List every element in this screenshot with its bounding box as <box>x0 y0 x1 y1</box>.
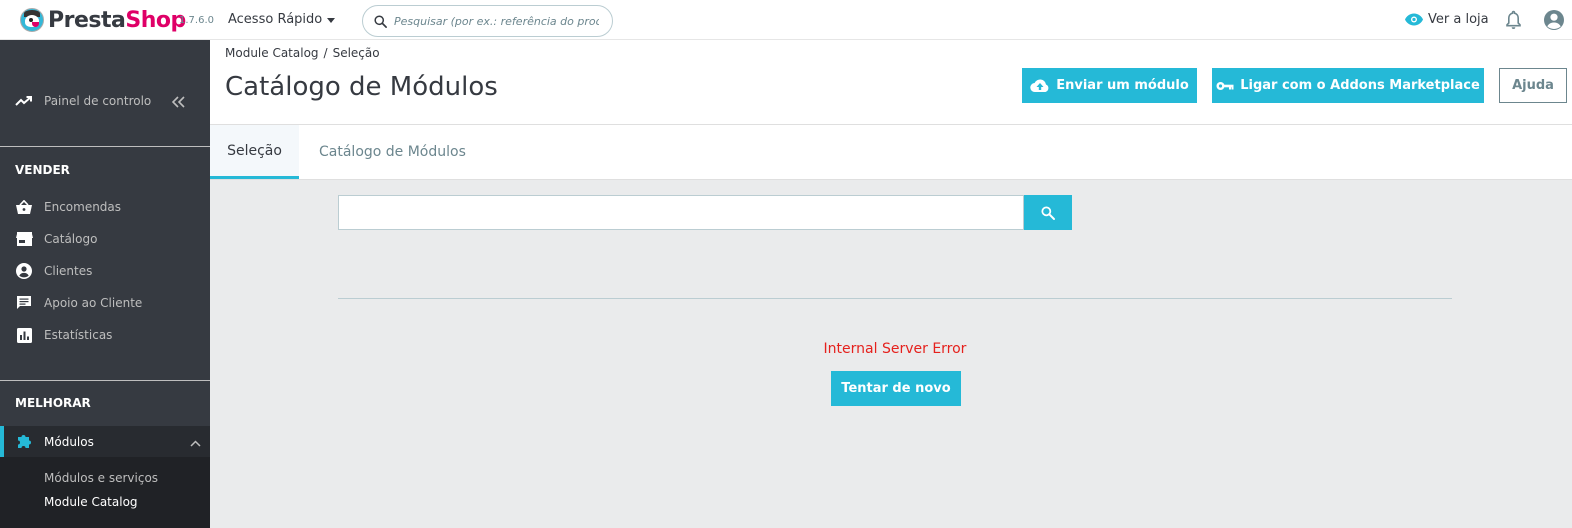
sidebar-item-label: Apoio ao Cliente <box>44 296 143 310</box>
retry-button[interactable]: Tentar de novo <box>831 371 961 406</box>
key-icon <box>1216 81 1234 90</box>
breadcrumb: Module Catalog / Seleção <box>225 46 380 60</box>
section-title-improve: MELHORAR <box>15 396 91 410</box>
section-title-sell: VENDER <box>15 163 70 177</box>
view-shop-label: Ver a loja <box>1428 12 1489 27</box>
logo-text: PrestaShop <box>48 7 186 33</box>
sidebar-item-label: Catálogo <box>44 232 98 246</box>
notifications-bell-icon[interactable] <box>1505 10 1522 34</box>
breadcrumb-item-module-catalog[interactable]: Module Catalog <box>225 46 319 60</box>
version-label: 1.7.6.0 <box>179 15 214 26</box>
sidebar-item-dashboard[interactable]: Painel de controlo <box>0 85 210 117</box>
quick-access-dropdown[interactable]: Acesso Rápido <box>228 12 336 27</box>
sidebar-item-label: Módulos <box>44 434 94 449</box>
chat-bubble-icon <box>15 294 33 312</box>
view-shop-link[interactable]: Ver a loja <box>1405 12 1489 27</box>
sidebar-item-label: Encomendas <box>44 200 122 214</box>
bar-chart-icon <box>15 326 33 344</box>
upload-module-label: Enviar um módulo <box>1056 78 1189 93</box>
sidebar-item-label: Estatísticas <box>44 328 113 342</box>
connect-addons-label: Ligar com o Addons Marketplace <box>1240 78 1480 93</box>
search-icon[interactable] <box>373 14 388 29</box>
sidebar-item-modules[interactable]: Módulos <box>0 426 210 457</box>
sidebar-item-customers[interactable]: Clientes <box>0 255 210 287</box>
quick-access-label: Acesso Rápido <box>228 12 323 27</box>
top-header: PrestaShop 1.7.6.0 Acesso Rápido Ver a l… <box>0 0 1572 40</box>
sidebar-item-catalog[interactable]: Catálogo <box>0 223 210 255</box>
puffin-logo-icon <box>20 8 44 32</box>
shopping-basket-icon <box>15 198 33 216</box>
trending-up-icon <box>15 92 33 110</box>
prestashop-logo[interactable]: PrestaShop <box>20 7 186 33</box>
module-search-button[interactable] <box>1024 195 1072 230</box>
sidebar-item-stats[interactable]: Estatísticas <box>0 319 210 351</box>
store-icon <box>15 230 33 248</box>
page-header: Module Catalog / Seleção Catálogo de Módul… <box>210 40 1572 180</box>
sidebar-divider <box>0 146 210 147</box>
search-icon <box>1041 205 1055 220</box>
eye-icon <box>1405 13 1423 26</box>
cloud-upload-icon <box>1030 78 1049 92</box>
tab-label: Seleção <box>227 142 282 159</box>
sidebar: Painel de controlo VENDER Encomendas Cat… <box>0 40 210 528</box>
tab-module-catalog[interactable]: Catálogo de Módulos <box>319 125 466 179</box>
sidebar-item-customer-service[interactable]: Apoio ao Cliente <box>0 287 210 319</box>
module-search-input[interactable] <box>338 195 1024 230</box>
content-divider <box>338 298 1452 299</box>
sidebar-item-label: Painel de controlo <box>44 94 152 108</box>
connect-addons-button[interactable]: Ligar com o Addons Marketplace <box>1212 68 1484 103</box>
sidebar-item-label: Clientes <box>44 264 93 278</box>
submenu-item-modules-services[interactable]: Módulos e serviços <box>44 471 158 485</box>
chevron-up-icon[interactable] <box>190 436 201 450</box>
account-circle-icon <box>15 262 33 280</box>
module-search-bar <box>338 195 1072 230</box>
header-search <box>362 5 613 37</box>
modules-submenu: Módulos e serviços Module Catalog <box>0 457 210 528</box>
tab-selection[interactable]: Seleção <box>210 125 299 179</box>
tabs-divider <box>210 179 1572 180</box>
puzzle-piece-icon <box>15 433 33 451</box>
user-account-icon[interactable] <box>1543 9 1565 35</box>
sidebar-item-orders[interactable]: Encomendas <box>0 191 210 223</box>
help-button[interactable]: Ajuda <box>1499 68 1567 103</box>
tab-label: Catálogo de Módulos <box>319 144 466 160</box>
error-message: Internal Server Error <box>823 341 967 357</box>
upload-module-button[interactable]: Enviar um módulo <box>1022 68 1197 103</box>
breadcrumb-item-selection[interactable]: Seleção <box>333 46 380 60</box>
header-search-input[interactable] <box>394 14 599 28</box>
submenu-item-module-catalog[interactable]: Module Catalog <box>44 495 138 509</box>
page-title: Catálogo de Módulos <box>225 72 498 102</box>
sidebar-divider <box>0 380 210 381</box>
caret-down-icon <box>327 18 336 23</box>
